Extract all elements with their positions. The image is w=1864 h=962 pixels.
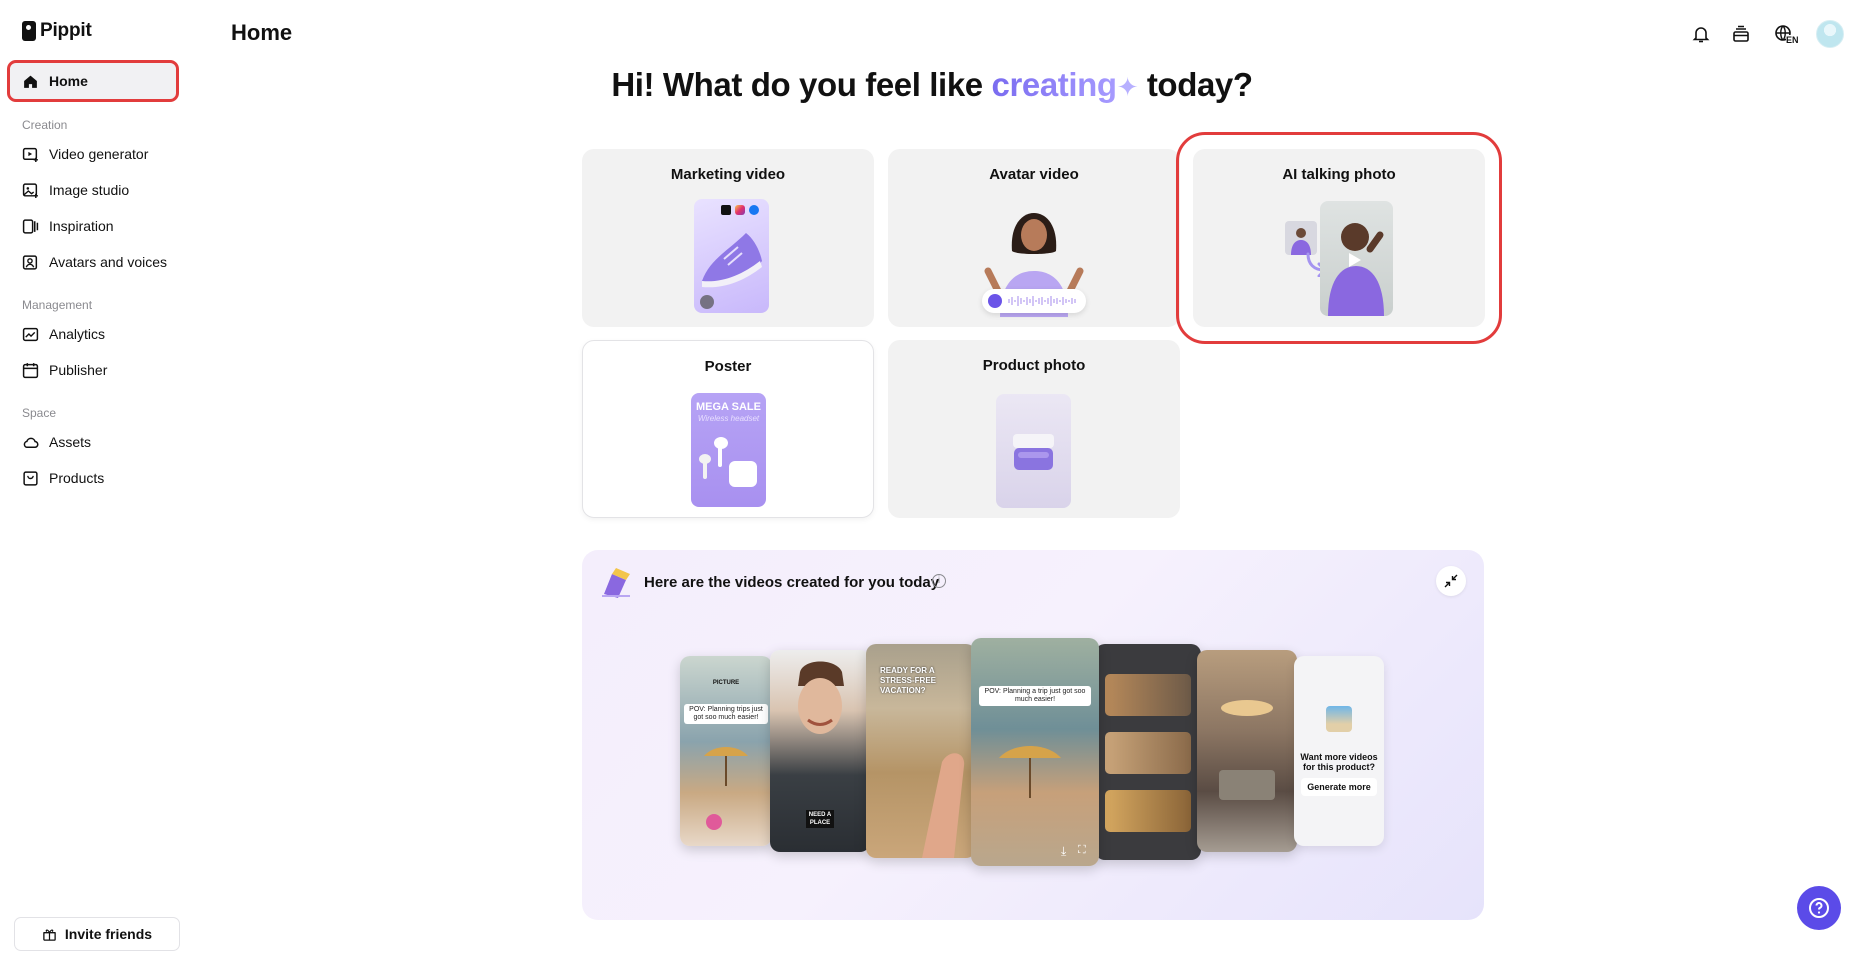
app-root: Pippit Home Creation Video generator Ima… [0,0,1864,962]
beach-umbrella-image [999,746,1061,798]
hotel-room-image [1105,674,1191,716]
card-product-photo[interactable]: Product photo [888,340,1180,518]
card-marketing-video[interactable]: Marketing video [582,149,874,327]
audio-waveform [982,289,1086,313]
section-label-management: Management [22,298,93,312]
sidebar-item-inspiration[interactable]: Inspiration [10,208,176,244]
facebook-icon [749,205,759,215]
hotel-room-image [1105,732,1191,774]
card-ai-talking-photo[interactable]: AI talking photo [1176,132,1502,344]
help-question-icon [1809,898,1829,918]
user-avatar[interactable] [1816,20,1844,48]
collapse-button[interactable] [1436,566,1466,596]
analytics-icon [22,327,39,341]
inspiration-icon [22,218,39,234]
sidebar-item-video-generator[interactable]: Video generator [10,136,176,172]
card-title: Marketing video [670,166,786,183]
video-thumbnail-3[interactable]: READY FOR A STRESS-FREE VACATION? [866,644,976,858]
video-generator-icon [22,147,38,162]
video-thumbnail-6[interactable] [1197,650,1297,852]
invite-friends-label: Invite friends [64,926,153,942]
notification-bell-icon[interactable] [1690,23,1712,45]
sidebar-item-label: Inspiration [49,218,114,234]
gift-icon [43,928,56,941]
poster-headline: MEGA SALE [696,401,761,413]
pippit-logo[interactable]: Pippit [22,20,92,42]
hotel-room-image [1105,790,1191,832]
play-icon [700,295,714,309]
page-title: Home [231,20,293,45]
section-label-creation: Creation [22,118,68,132]
talking-photo-thumbnail [1320,201,1393,316]
source-photo-thumbnail [1285,221,1317,255]
product-box-icon [23,470,38,486]
video-feed-icon [602,568,630,598]
video-thumbnail-4[interactable]: POV: Planning a trip just got soo much e… [971,638,1099,866]
product-thumbnail [1326,706,1352,732]
card-poster[interactable]: Poster MEGA SALE Wireless headset [582,340,874,518]
generate-more-card: Want more videos for this product? Gener… [1294,656,1384,846]
info-icon[interactable]: i [932,574,946,588]
marketing-video-thumbnail [694,199,769,313]
help-button[interactable] [1797,886,1841,930]
card-title: Poster [704,358,752,375]
sidebar: Pippit Home Creation Video generator Ima… [0,0,188,962]
video-caption: NEED A PLACE [806,810,834,828]
product-photo-thumbnail [996,394,1071,508]
video-caption: READY FOR A STRESS-FREE VACATION? [880,666,937,695]
sidebar-item-analytics[interactable]: Analytics [10,316,176,352]
language-globe-icon[interactable]: EN [1770,23,1799,45]
sidebar-item-products[interactable]: Products [10,460,176,496]
poster-thumbnail: MEGA SALE Wireless headset [691,393,766,507]
logo-mark-icon [22,21,36,41]
image-studio-icon [22,182,38,198]
play-icon [988,294,1002,308]
more-videos-prompt: Want more videos for this product? [1300,752,1378,772]
sidebar-item-avatars-and-voices[interactable]: Avatars and voices [10,244,176,280]
sidebar-item-image-studio[interactable]: Image studio [10,172,176,208]
card-avatar-video[interactable]: Avatar video [888,149,1180,327]
header-actions: EN [1690,20,1844,48]
collapse-icon [1444,574,1458,588]
card-title: AI talking photo [1282,166,1396,183]
download-icon[interactable]: ⤓ [1061,844,1066,859]
poster-subline: Wireless headset [697,414,760,423]
cream-jar-image [1013,434,1054,470]
sidebar-item-label: Analytics [49,326,106,342]
video-thumbnail-2[interactable]: NEED A PLACE [770,650,870,852]
beach-umbrella-image [704,747,748,830]
fullscreen-icon[interactable]: ⛶ [1078,844,1086,857]
card-title: Avatar video [989,166,1079,183]
subscription-icon[interactable] [1730,23,1752,45]
logo-text: Pippit [40,20,92,41]
sidebar-item-label: Publisher [49,362,108,378]
sidebar-item-label: Products [49,470,105,486]
hero-text-end: today? [1138,66,1253,103]
calendar-icon [22,362,39,378]
sidebar-item-label: Assets [49,434,92,450]
video-thumbnail-1[interactable]: PICTURE POV: Planning trips just got soo… [680,656,772,846]
avatars-voices-icon [22,254,38,270]
hero-highlight: creating [991,66,1118,103]
cloud-icon [23,437,39,448]
hotel-lobby-image [1219,700,1275,800]
sidebar-item-label: Video generator [49,146,149,162]
sidebar-item-assets[interactable]: Assets [10,424,176,460]
panel-title: Here are the videos created for you toda… [644,574,940,591]
generate-more-button[interactable]: Generate more [1301,778,1377,796]
instagram-icon [735,205,745,215]
language-code: EN [1786,35,1799,45]
tiktok-icon [721,205,731,215]
section-label-space: Space [22,406,57,420]
sidebar-item-label: Avatars and voices [49,254,168,270]
card-title: Product photo [982,357,1086,374]
hero-heading: Hi! What do you feel like creating✦ toda… [0,66,1864,104]
hero-text-start: Hi! What do you feel like [611,66,992,103]
sidebar-item-publisher[interactable]: Publisher [10,352,176,388]
sparkle-icon: ✦ [1116,72,1139,102]
video-thumbnail-5[interactable] [1095,644,1201,860]
waveform-icon [1008,296,1076,306]
invite-friends-button[interactable]: Invite friends [14,917,180,951]
sidebar-item-label: Image studio [49,182,130,198]
